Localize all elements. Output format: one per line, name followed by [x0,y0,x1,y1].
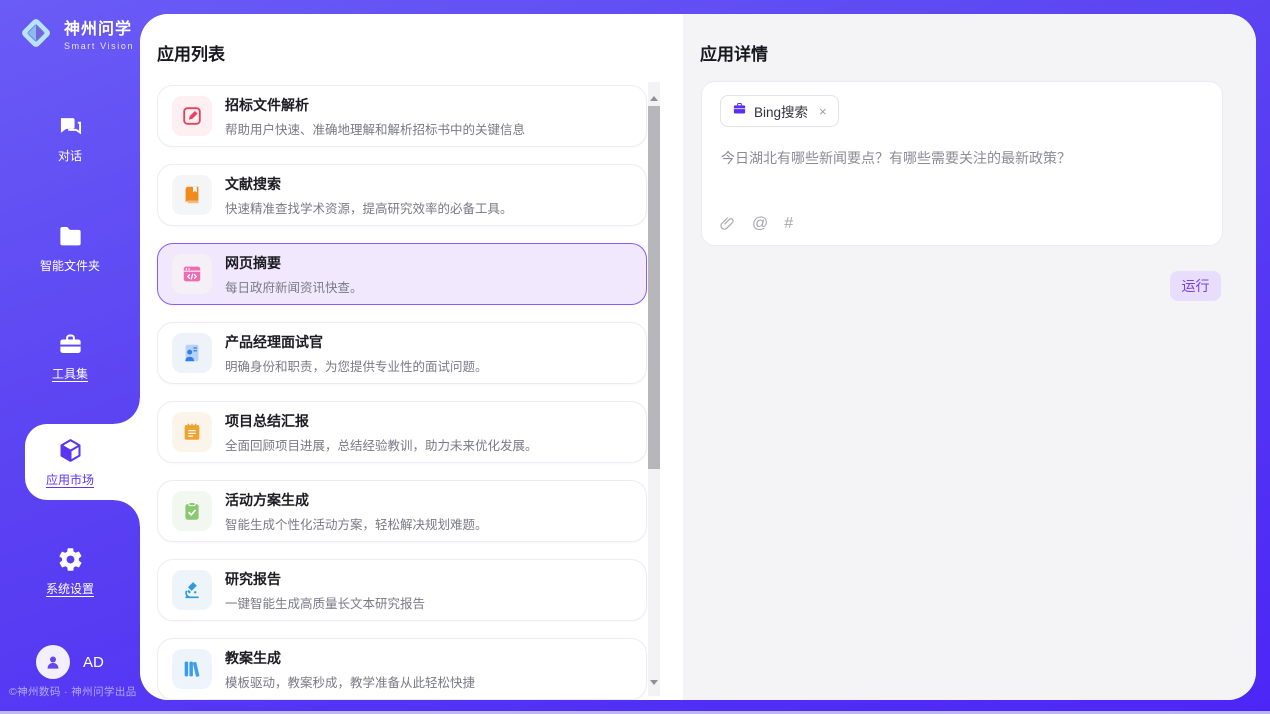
app-card-title: 网页摘要 [225,253,363,273]
app-card-title: 文献搜索 [225,174,513,194]
briefcase-icon [732,101,747,121]
prompt-card: Bing搜索 × 今日湖北有哪些新闻要点？有哪些需要关注的最新政策？ @# [701,81,1223,246]
sidebar-item-label: 应用市场 [46,471,94,488]
scrollbar[interactable] [648,82,660,696]
folder-icon [57,223,84,250]
app-card-description: 明确身份和职责，为您提供专业性的面试问题。 [225,356,488,375]
app-card-title: 研究报告 [225,569,425,589]
interviewer-icon [172,333,212,373]
app-card-description: 快速精准查找学术资源，提高研究效率的必备工具。 [225,198,513,217]
attachment-toolbar: @# [719,215,793,232]
logo: 神州问学 Smart Vision [16,13,134,53]
app-card-description: 每日政府新闻资讯快查。 [225,277,363,296]
app-card-title: 招标文件解析 [225,95,525,115]
scrollbar-thumb[interactable] [648,106,660,469]
app-card-title: 活动方案生成 [225,490,488,510]
app-card-title: 教案生成 [225,648,475,668]
app-card[interactable]: 产品经理面试官明确身份和职责，为您提供专业性的面试问题。 [157,322,647,384]
sidebar-item-chat[interactable]: 对话 [0,108,140,168]
app-card-title: 产品经理面试官 [225,332,488,352]
app-card-description: 帮助用户快速、准确地理解和解析招标书中的关键信息 [225,119,525,138]
app-card-title: 项目总结汇报 [225,411,538,431]
query-text[interactable]: 今日湖北有哪些新闻要点？有哪些需要关注的最新政策？ [721,148,1204,169]
sidebar-item-toolset[interactable]: 工具集 [0,326,140,386]
toolbox-icon [57,331,84,358]
books-icon [172,649,212,689]
paperclip-icon[interactable] [719,215,736,232]
app-card-description: 智能生成个性化活动方案，轻松解决规划难题。 [225,514,488,533]
tool-tag-label: Bing搜索 [754,101,808,121]
tool-tag-bing[interactable]: Bing搜索 × [720,95,839,127]
logo-diamond-icon [16,13,56,53]
app-card-list: 招标文件解析帮助用户快速、准确地理解和解析招标书中的关键信息文献搜索快速精准查找… [157,85,647,700]
app-card[interactable]: 研究报告一键智能生成高质量长文本研究报告 [157,559,647,621]
app-list-title: 应用列表 [157,40,225,65]
close-icon[interactable]: × [819,104,827,119]
sidebar-item-label: 工具集 [52,365,88,382]
sidebar-item-app-market[interactable]: 应用市场 [0,424,140,500]
scroll-down-icon[interactable] [650,680,658,685]
sidebar: 神州问学 Smart Vision 对话智能文件夹工具集应用市场系统设置 AD … [0,0,140,714]
active-tab-curve-bottom [114,500,140,526]
sidebar-item-label: 系统设置 [46,580,94,597]
app-card[interactable]: 教案生成模板驱动，教案秒成，教学准备从此轻松快捷 [157,638,647,700]
clipboard-check-icon [172,491,212,531]
browser-code-icon [172,254,212,294]
scroll-up-icon[interactable] [650,96,658,101]
avatar [36,645,70,679]
microscope-icon [172,570,212,610]
app-card[interactable]: 网页摘要每日政府新闻资讯快查。 [157,243,647,305]
user-initials: AD [83,654,104,671]
sidebar-item-smart-folders[interactable]: 智能文件夹 [0,218,140,278]
app-card[interactable]: 项目总结汇报全面回顾项目进展，总结经验教训，助力未来优化发展。 [157,401,647,463]
app-list-panel: 应用列表 招标文件解析帮助用户快速、准确地理解和解析招标书中的关键信息文献搜索快… [140,14,683,700]
logo-title: 神州问学 [64,15,134,39]
app-detail-panel: 应用详情 Bing搜索 × 今日湖北有哪些新闻要点？有哪些需要关注的最新政策？ … [683,14,1256,700]
sidebar-item-label: 智能文件夹 [40,257,100,274]
app-card-description: 一键智能生成高质量长文本研究报告 [225,593,425,612]
app-detail-title: 应用详情 [700,40,768,65]
user-profile[interactable]: AD [36,645,104,679]
run-button[interactable]: 运行 [1170,271,1221,301]
active-tab-curve-top [114,398,140,424]
app-card-description: 全面回顾项目进展，总结经验教训，助力未来优化发展。 [225,435,538,454]
logo-subtitle: Smart Vision [64,41,134,51]
hash-icon[interactable]: # [784,216,793,232]
app-card[interactable]: 活动方案生成智能生成个性化活动方案，轻松解决规划难题。 [157,480,647,542]
cube-icon [57,437,84,464]
content-area: 应用列表 招标文件解析帮助用户快速、准确地理解和解析招标书中的关键信息文献搜索快… [140,14,1256,700]
sidebar-item-label: 对话 [58,147,82,164]
sidebar-item-system-settings[interactable]: 系统设置 [0,541,140,601]
sidebar-footer: ©神州数码 · 神州问学出品 [9,684,141,699]
book-icon [172,175,212,215]
gear-icon [57,546,84,573]
chat-icon [57,113,84,140]
app-card[interactable]: 招标文件解析帮助用户快速、准确地理解和解析招标书中的关键信息 [157,85,647,147]
at-icon[interactable]: @ [752,216,768,232]
app-card[interactable]: 文献搜索快速精准查找学术资源，提高研究效率的必备工具。 [157,164,647,226]
app-card-description: 模板驱动，教案秒成，教学准备从此轻松快捷 [225,672,475,691]
note-icon [172,412,212,452]
edit-doc-icon [172,96,212,136]
